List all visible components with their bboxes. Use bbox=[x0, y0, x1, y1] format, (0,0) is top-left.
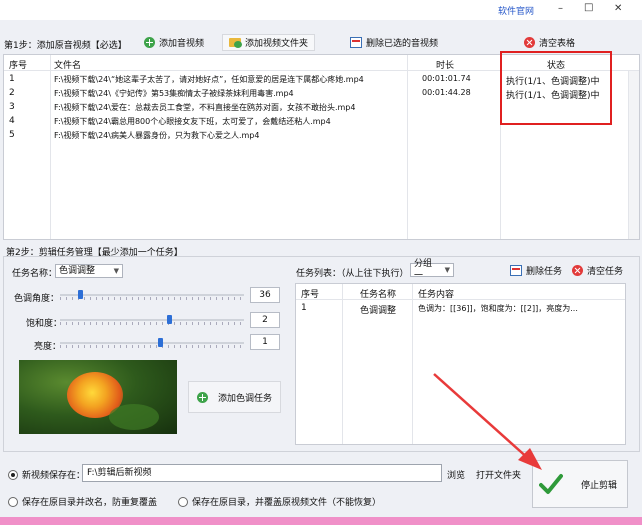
task-header-index: 序号 bbox=[301, 290, 320, 300]
row-duration: 00:01:44.28 bbox=[422, 88, 471, 97]
header-duration: 时长 bbox=[436, 61, 455, 71]
row-index: 5 bbox=[9, 130, 15, 140]
slider-ticks bbox=[60, 297, 244, 300]
preview-image bbox=[19, 360, 177, 434]
delete-selected-label: 删除已选的音视频 bbox=[366, 39, 439, 49]
clear-icon bbox=[524, 37, 535, 48]
brightness-label: 亮度： bbox=[34, 342, 62, 352]
row-index: 3 bbox=[9, 102, 15, 112]
add-video-button[interactable]: 添加音视频 bbox=[144, 34, 204, 51]
add-icon bbox=[197, 391, 208, 403]
chevron-down-icon: ▼ bbox=[113, 267, 119, 275]
radio-overwrite[interactable] bbox=[178, 496, 188, 507]
row-index: 4 bbox=[9, 116, 15, 126]
task-list-label: 任务列表：（从上往下执行） bbox=[296, 269, 409, 279]
clear-task-button[interactable]: 清空任务 bbox=[572, 263, 623, 278]
task-name-value: 色调调整 bbox=[59, 266, 96, 276]
delete-selected-button[interactable]: 删除已选的音视频 bbox=[350, 34, 438, 51]
hue-value-input[interactable]: 36 bbox=[250, 287, 280, 303]
row-filename: F:\视频下载\24\爱在：总裁去员工食堂，不料直接坐在鸥苏对面，女孩不敢抬头.… bbox=[54, 103, 356, 112]
saturation-label: 饱和度： bbox=[26, 319, 63, 329]
row-index: 1 bbox=[9, 74, 15, 84]
slider-track bbox=[60, 294, 244, 296]
rename-option[interactable]: 保存在原目录并改名，防重复覆盖 bbox=[8, 495, 157, 508]
task-name-label: 任务名称： bbox=[12, 269, 58, 279]
hue-slider[interactable] bbox=[60, 289, 244, 301]
delete-task-button[interactable]: 删除任务 bbox=[510, 263, 562, 278]
overwrite-label: 保存在原目录，并覆盖原视频文件（不能恢复） bbox=[192, 498, 382, 508]
radio-new-save[interactable] bbox=[8, 469, 18, 480]
add-icon bbox=[144, 37, 155, 48]
add-hue-task-label: 添加色调任务 bbox=[218, 393, 273, 404]
hue-label: 色调角度： bbox=[14, 294, 60, 304]
saturation-slider[interactable] bbox=[60, 314, 244, 326]
task-row-index: 1 bbox=[301, 303, 307, 313]
saturation-value-input[interactable]: 2 bbox=[250, 312, 280, 328]
slider-track bbox=[60, 342, 244, 344]
brightness-slider[interactable] bbox=[60, 337, 244, 349]
slider-track bbox=[60, 319, 244, 321]
group-value: 分组一 bbox=[414, 259, 433, 281]
header-filename: 文件名 bbox=[54, 61, 82, 71]
slider-ticks bbox=[60, 345, 244, 348]
step1-label: 第1步：添加原音视频【必选】 bbox=[4, 41, 127, 51]
task-table-header: 序号 任务名称 任务内容 bbox=[296, 284, 625, 444]
slider-thumb[interactable] bbox=[78, 290, 83, 299]
add-folder-button[interactable]: 添加视频文件夹 bbox=[222, 34, 316, 51]
delete-list-icon bbox=[510, 265, 522, 276]
chevron-down-icon: ▼ bbox=[444, 266, 450, 274]
row-filename: F:\视频下载\24\病美人暴露身份，只为救下心爱之人.mp4 bbox=[54, 131, 260, 140]
task-header-content: 任务内容 bbox=[418, 290, 455, 300]
row-filename: F:\视频下载\24\《宁妃传》第53集痴情太子被绿茶妹利用毒害.mp4 bbox=[54, 89, 294, 98]
row-filename: F:\视频下载\24\霸总用800个心眼接女友下班，太可爱了，会戴结还粘人.mp… bbox=[54, 117, 331, 126]
clear-table-label: 清空表格 bbox=[539, 39, 576, 49]
task-row-name: 色调调整 bbox=[360, 306, 397, 316]
bottom-progress-strip bbox=[0, 517, 642, 525]
close-window-button[interactable]: ✕ bbox=[614, 3, 622, 14]
row-duration: 00:01:01.74 bbox=[422, 74, 471, 83]
add-video-label: 添加音视频 bbox=[159, 39, 205, 49]
file-table-scrollbar[interactable] bbox=[628, 71, 639, 239]
save-path-input[interactable]: F:\剪辑后新视频 bbox=[82, 464, 442, 482]
header-index: 序号 bbox=[9, 61, 28, 71]
slider-thumb[interactable] bbox=[158, 338, 163, 347]
maximize-button[interactable]: □ bbox=[584, 2, 593, 13]
overwrite-option[interactable]: 保存在原目录，并覆盖原视频文件（不能恢复） bbox=[178, 495, 381, 508]
stop-edit-label: 停止剪辑 bbox=[581, 480, 618, 491]
slider-thumb[interactable] bbox=[167, 315, 172, 324]
table-row[interactable]: 5 F:\视频下载\24\病美人暴露身份，只为救下心爱之人.mp4 bbox=[4, 128, 624, 142]
add-hue-task-button[interactable]: 添加色调任务 bbox=[188, 381, 282, 413]
row-index: 2 bbox=[9, 88, 15, 98]
add-folder-label: 添加视频文件夹 bbox=[245, 39, 309, 49]
clear-icon bbox=[572, 265, 583, 276]
title-bar bbox=[0, 0, 642, 20]
table-row[interactable]: 1 色调调整 色调为：[[36]]，饱和度为：[[2]]，亮度为... bbox=[296, 301, 625, 316]
minimize-button[interactable]: – bbox=[558, 3, 563, 14]
clear-task-label: 清空任务 bbox=[587, 267, 624, 277]
annotation-arrow bbox=[433, 373, 542, 470]
website-link[interactable]: 软件官网 bbox=[498, 4, 534, 17]
task-row-content: 色调为：[[36]]，饱和度为：[[2]]，亮度为... bbox=[418, 304, 578, 313]
rename-label: 保存在原目录并改名，防重复覆盖 bbox=[22, 498, 158, 508]
delete-task-label: 删除任务 bbox=[526, 267, 563, 277]
task-header-name: 任务名称 bbox=[360, 290, 397, 300]
delete-list-icon bbox=[350, 37, 362, 48]
group-select[interactable]: 分组一 ▼ bbox=[410, 259, 454, 281]
new-save-label: 新视频保存在： bbox=[22, 471, 86, 481]
clear-table-button[interactable]: 清空表格 bbox=[524, 34, 575, 51]
leaf-shape bbox=[109, 404, 159, 430]
new-save-option[interactable]: 新视频保存在： bbox=[8, 468, 85, 481]
task-name-select[interactable]: 色调调整 ▼ bbox=[55, 264, 123, 278]
folder-icon bbox=[229, 38, 242, 48]
brightness-value-input[interactable]: 1 bbox=[250, 334, 280, 350]
slider-ticks bbox=[60, 322, 244, 325]
radio-rename[interactable] bbox=[8, 496, 18, 507]
row-filename: F:\视频下载\24\“她这辈子太苦了，请对她好点”，任如意爱的居是连下属都心疼… bbox=[54, 75, 364, 84]
status-highlight-box bbox=[500, 51, 612, 125]
